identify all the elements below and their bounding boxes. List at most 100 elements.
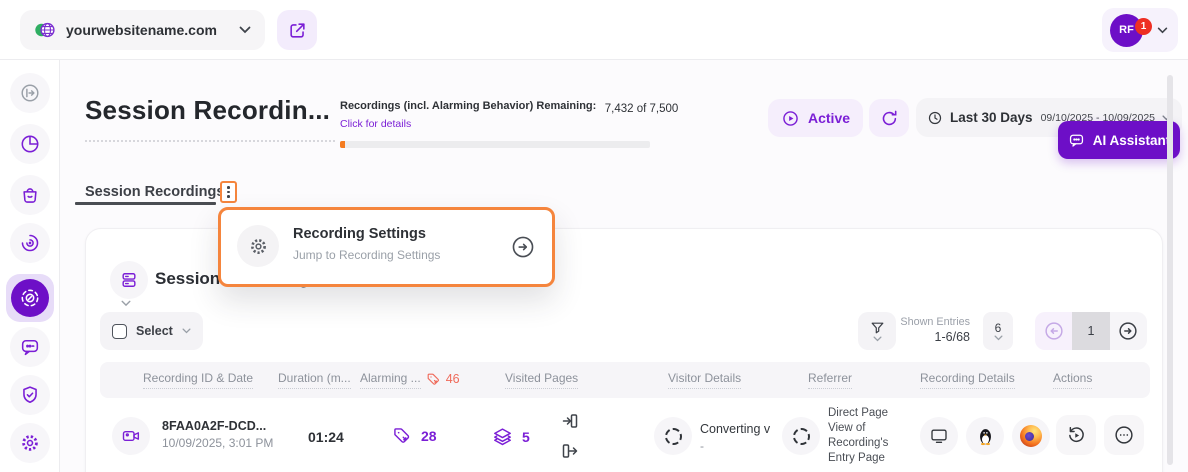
- more-actions-button[interactable]: [1104, 415, 1144, 455]
- chevron-down-icon: [121, 300, 131, 307]
- tab-options-button[interactable]: [220, 181, 237, 203]
- globe-icon: [34, 19, 56, 41]
- overview-expand-control[interactable]: [110, 261, 148, 299]
- col-recording-details: Recording Details: [920, 371, 1015, 389]
- menu-item-title: Recording Settings: [293, 226, 426, 242]
- duration-value: 01:24: [308, 429, 344, 445]
- ai-assistant-button[interactable]: AI Assistant: [1058, 121, 1180, 159]
- clock-icon: [927, 110, 943, 126]
- entry-page-icon[interactable]: [562, 413, 578, 429]
- ellipsis-circle-icon: [1113, 424, 1135, 446]
- ai-assistant-label: AI Assistant: [1093, 133, 1171, 148]
- chevron-down-icon: [239, 26, 251, 34]
- page-size-value: 6: [995, 321, 1002, 335]
- menu-item-subtitle: Jump to Recording Settings: [293, 248, 440, 262]
- sidebar: [0, 60, 60, 472]
- refresh-button[interactable]: [869, 99, 909, 137]
- col-visitor-details: Visitor Details: [668, 371, 741, 389]
- device-desktop-icon: [920, 417, 958, 455]
- sidebar-item-settings[interactable]: [10, 423, 50, 463]
- spiral-icon: [19, 232, 41, 254]
- notification-badge: 1: [1135, 18, 1152, 35]
- shown-entries-value: 1-6/68: [890, 330, 970, 344]
- shield-check-icon: [19, 384, 41, 406]
- alarming-count: 28: [421, 428, 437, 444]
- layers-icon: [492, 426, 513, 447]
- website-name: yourwebsitename.com: [66, 22, 229, 38]
- play-circle-icon: [781, 109, 800, 128]
- open-website-button[interactable]: [277, 10, 317, 50]
- shown-entries: Shown Entries 1-6/68: [890, 316, 970, 344]
- select-dropdown[interactable]: Select: [100, 312, 203, 350]
- col-alarming-total: 46: [446, 372, 460, 389]
- sidebar-item-collapse[interactable]: [10, 73, 50, 113]
- select-checkbox[interactable]: [112, 324, 127, 339]
- col-duration: Duration (m...: [278, 371, 351, 389]
- shown-entries-label: Shown Entries: [890, 316, 970, 328]
- sidebar-item-heatmaps[interactable]: [10, 223, 50, 263]
- status-active-button[interactable]: Active: [768, 99, 863, 137]
- col-alarming: Alarming ... 46: [360, 371, 460, 389]
- active-tab-underline: [75, 202, 216, 205]
- recording-settings-menu-item[interactable]: Recording Settings Jump to Recording Set…: [218, 207, 555, 287]
- recording-id: 8FAA0A2F-DCD...: [162, 419, 273, 433]
- funnel-icon: [869, 321, 886, 336]
- app-window: yourwebsitename.com RF 1: [0, 0, 1188, 472]
- sidebar-item-session-recordings[interactable]: [6, 274, 54, 322]
- period-label: Last 30 Days: [950, 110, 1033, 125]
- remaining-label: Recordings (incl. Alarming Behavior) Rem…: [340, 100, 596, 112]
- sidebar-item-feedback[interactable]: [10, 327, 50, 367]
- refresh-icon: [880, 109, 899, 128]
- prev-page-button[interactable]: [1035, 312, 1072, 350]
- page-title: Session Recordin...: [85, 95, 335, 142]
- scrollbar[interactable]: [1167, 75, 1173, 465]
- referrer-loading-icon: [782, 417, 820, 455]
- page-size-selector[interactable]: 6: [983, 312, 1013, 350]
- visited-pages-count: 5: [522, 429, 530, 445]
- pagination: 1: [1035, 312, 1147, 350]
- sidebar-item-ecommerce[interactable]: [10, 175, 50, 215]
- database-icon: [119, 270, 139, 290]
- col-alarming-label: Alarming ...: [360, 371, 421, 389]
- tag-alert-icon: [426, 372, 441, 389]
- avatar: RF 1: [1110, 14, 1143, 47]
- recordings-remaining: Recordings (incl. Alarming Behavior) Rem…: [340, 96, 670, 148]
- col-actions: Actions: [1053, 371, 1092, 389]
- col-visited-pages: Visited Pages: [505, 371, 578, 389]
- visitor-type: Converting v: [700, 422, 770, 436]
- session-recording-icon: [19, 287, 41, 309]
- exit-page-icon[interactable]: [562, 443, 578, 459]
- alarming-cell: 28: [392, 426, 437, 446]
- sidebar-item-dashboard[interactable]: [10, 124, 50, 164]
- collapse-arrow-icon: [19, 82, 41, 104]
- chevron-down-icon: [994, 335, 1003, 341]
- top-bar: yourwebsitename.com RF 1: [0, 0, 1188, 60]
- visitor-loading-icon: [654, 417, 692, 455]
- replay-icon: [1066, 425, 1087, 446]
- current-page[interactable]: 1: [1072, 312, 1109, 350]
- replay-button[interactable]: [1056, 415, 1096, 455]
- usage-progress-bar: [340, 141, 650, 148]
- details-link[interactable]: Click for details: [340, 118, 411, 130]
- gear-icon: [19, 432, 41, 454]
- video-camera-icon: [112, 417, 150, 455]
- arrow-right-circle-icon: [1117, 320, 1139, 342]
- recording-date: 10/09/2025, 3:01 PM: [162, 436, 273, 450]
- arrow-left-circle-icon: [1043, 320, 1065, 342]
- sidebar-item-security[interactable]: [10, 375, 50, 415]
- shopping-bag-icon: [19, 184, 41, 206]
- os-linux-icon: [966, 417, 1004, 455]
- visited-pages-cell: 5: [492, 426, 530, 447]
- recording-id-cell[interactable]: 8FAA0A2F-DCD... 10/09/2025, 3:01 PM: [162, 419, 273, 450]
- browser-firefox-icon: [1012, 417, 1050, 455]
- remaining-value: 7,432 of 7,500: [605, 103, 679, 115]
- avatar-initials: RF: [1119, 24, 1134, 36]
- next-page-button[interactable]: [1110, 312, 1147, 350]
- gear-icon: [237, 225, 279, 267]
- tab-session-recordings[interactable]: Session Recordings: [85, 184, 224, 200]
- website-selector[interactable]: yourwebsitename.com: [20, 10, 265, 50]
- account-menu[interactable]: RF 1: [1102, 8, 1178, 52]
- chevron-down-icon: [873, 336, 882, 342]
- chat-bubble-icon: [19, 336, 41, 358]
- external-link-icon: [288, 21, 307, 40]
